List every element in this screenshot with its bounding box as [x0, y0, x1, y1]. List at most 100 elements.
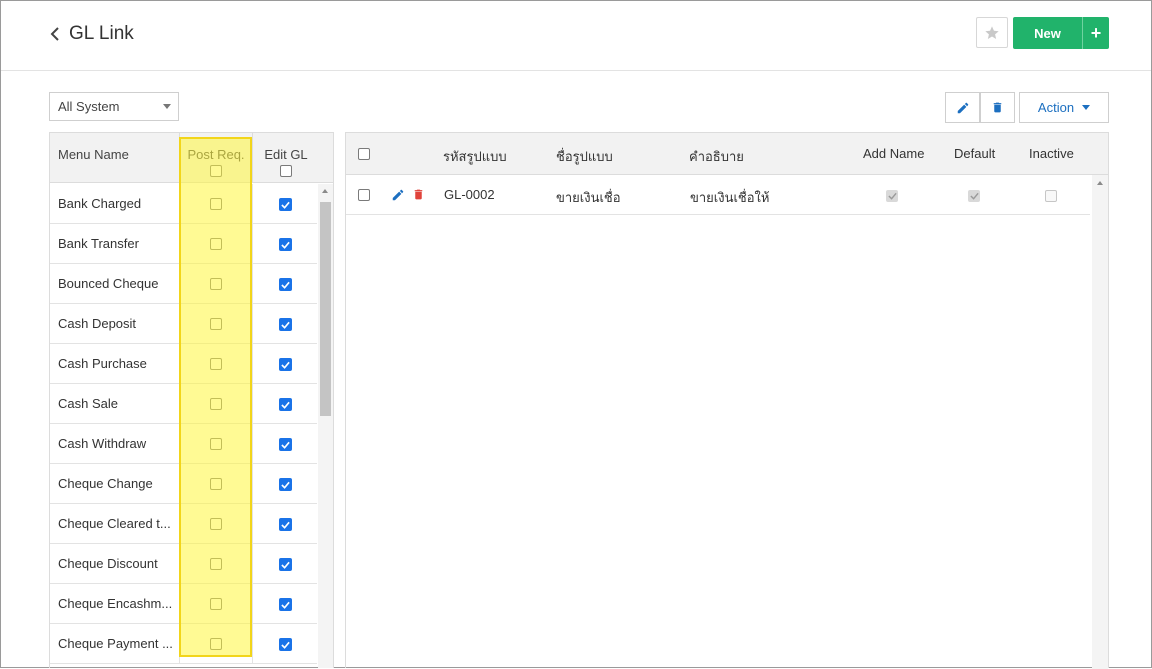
post-req-checkbox[interactable]	[210, 518, 222, 530]
column-divider	[179, 304, 180, 344]
table-row[interactable]: Cheque Cleared t...	[50, 504, 317, 544]
star-icon	[985, 25, 999, 39]
row-select-checkbox[interactable]	[358, 189, 370, 201]
edit-gl-checkbox[interactable]	[279, 438, 292, 451]
edit-gl-label: Edit GL	[264, 147, 308, 162]
column-divider	[252, 344, 253, 384]
column-divider	[252, 304, 253, 344]
favorite-button[interactable]	[976, 17, 1008, 48]
column-divider	[179, 584, 180, 624]
table-row[interactable]: Cash Deposit	[50, 304, 317, 344]
post-req-checkbox[interactable]	[210, 278, 222, 290]
system-filter-select[interactable]: All System	[49, 92, 179, 121]
menu-table-header: Menu Name Post Req. Edit GL	[50, 133, 333, 183]
table-row[interactable]: Bounced Cheque	[50, 264, 317, 304]
post-req-select-all-checkbox[interactable]	[210, 165, 222, 177]
menu-name-cell: Cheque Cleared t...	[58, 516, 171, 531]
col-header-code: รหัสรูปแบบ	[443, 149, 507, 164]
row-edit-button[interactable]	[391, 188, 405, 205]
post-req-checkbox[interactable]	[210, 238, 222, 250]
column-divider	[179, 624, 180, 664]
menu-name-cell: Cash Withdraw	[58, 436, 147, 451]
column-divider	[179, 344, 180, 384]
select-all-checkbox[interactable]	[358, 148, 370, 160]
caret-down-icon	[1082, 105, 1091, 110]
edit-gl-checkbox[interactable]	[279, 318, 292, 331]
gl-table-scrollbar[interactable]	[1092, 175, 1108, 669]
table-row[interactable]: Cheque Discount	[50, 544, 317, 584]
column-divider	[179, 504, 180, 544]
caret-down-icon	[163, 104, 171, 109]
edit-gl-checkbox[interactable]	[279, 238, 292, 251]
post-req-label: Post Req.	[187, 147, 245, 162]
edit-button[interactable]	[945, 92, 980, 123]
menu-name-cell: Cash Deposit	[58, 316, 137, 331]
action-dropdown[interactable]: Action	[1019, 92, 1109, 123]
edit-gl-checkbox[interactable]	[279, 478, 292, 491]
table-row[interactable]: Cheque Encashm...	[50, 584, 317, 624]
new-plus-button[interactable]: +	[1083, 17, 1109, 49]
post-req-checkbox[interactable]	[210, 638, 222, 650]
column-divider	[252, 224, 253, 264]
col-header-menu-name: Menu Name	[58, 147, 129, 162]
post-req-checkbox[interactable]	[210, 598, 222, 610]
scroll-up-arrow-icon[interactable]	[322, 189, 328, 193]
menu-name-cell: Cheque Payment ...	[58, 636, 173, 651]
cell-name: ขายเงินเชื่อ	[556, 190, 621, 205]
col-header-default: Default	[954, 146, 996, 161]
table-row[interactable]: Cheque Payment ...	[50, 624, 317, 664]
edit-gl-checkbox[interactable]	[279, 358, 292, 371]
trash-icon	[414, 189, 423, 200]
page-title: GL Link	[69, 23, 134, 44]
table-row[interactable]: Cheque Change	[50, 464, 317, 504]
menu-name-cell: Bank Charged	[58, 196, 142, 211]
edit-gl-checkbox[interactable]	[279, 558, 292, 571]
gl-format-table: รหัสรูปแบบ ชื่อรูปแบบ คำอธิบาย Add Name …	[345, 132, 1109, 669]
table-row[interactable]: GL-0002 ขายเงินเชื่อ ขายเงินเชื่อให้	[346, 175, 1090, 215]
menu-name-cell: Cash Purchase	[58, 356, 147, 371]
column-divider	[252, 424, 253, 464]
cell-add-name-checkbox	[886, 190, 898, 202]
post-req-checkbox[interactable]	[210, 438, 222, 450]
column-divider	[179, 224, 180, 264]
table-row[interactable]: Bank Transfer	[50, 224, 317, 264]
pencil-icon	[957, 102, 968, 113]
table-row[interactable]: Cash Purchase	[50, 344, 317, 384]
menu-table-scrollbar[interactable]	[318, 184, 333, 668]
column-divider	[179, 264, 180, 304]
back-button[interactable]	[45, 21, 65, 47]
scroll-up-arrow-icon[interactable]	[1097, 181, 1103, 185]
delete-button[interactable]	[980, 92, 1015, 123]
pencil-icon	[392, 189, 404, 201]
edit-gl-select-all-checkbox[interactable]	[280, 165, 292, 177]
column-divider	[252, 544, 253, 584]
post-req-checkbox[interactable]	[210, 558, 222, 570]
post-req-checkbox[interactable]	[210, 398, 222, 410]
edit-gl-checkbox[interactable]	[279, 398, 292, 411]
post-req-checkbox[interactable]	[210, 198, 222, 210]
table-row[interactable]: Cash Withdraw	[50, 424, 317, 464]
col-header-description: คำอธิบาย	[689, 149, 744, 164]
table-row[interactable]: Cash Sale	[50, 384, 317, 424]
edit-gl-checkbox[interactable]	[279, 278, 292, 291]
cell-code: GL-0002	[444, 187, 495, 202]
column-divider	[252, 504, 253, 544]
column-divider	[179, 384, 180, 424]
column-divider	[252, 184, 253, 224]
new-button[interactable]: New	[1013, 17, 1082, 49]
action-label: Action	[1037, 100, 1075, 115]
edit-gl-checkbox[interactable]	[279, 198, 292, 211]
edit-gl-checkbox[interactable]	[279, 518, 292, 531]
post-req-checkbox[interactable]	[210, 478, 222, 490]
row-delete-button[interactable]	[412, 187, 425, 205]
edit-gl-checkbox[interactable]	[279, 598, 292, 611]
col-header-post-req: Post Req.	[180, 133, 252, 183]
table-row[interactable]: Bank Charged	[50, 184, 317, 224]
post-req-checkbox[interactable]	[210, 318, 222, 330]
menu-name-cell: Cash Sale	[58, 396, 118, 411]
edit-gl-checkbox[interactable]	[279, 638, 292, 651]
cell-inactive-checkbox	[1045, 190, 1057, 202]
menu-name-cell: Cheque Change	[58, 476, 153, 491]
post-req-checkbox[interactable]	[210, 358, 222, 370]
scrollbar-thumb[interactable]	[320, 202, 331, 416]
